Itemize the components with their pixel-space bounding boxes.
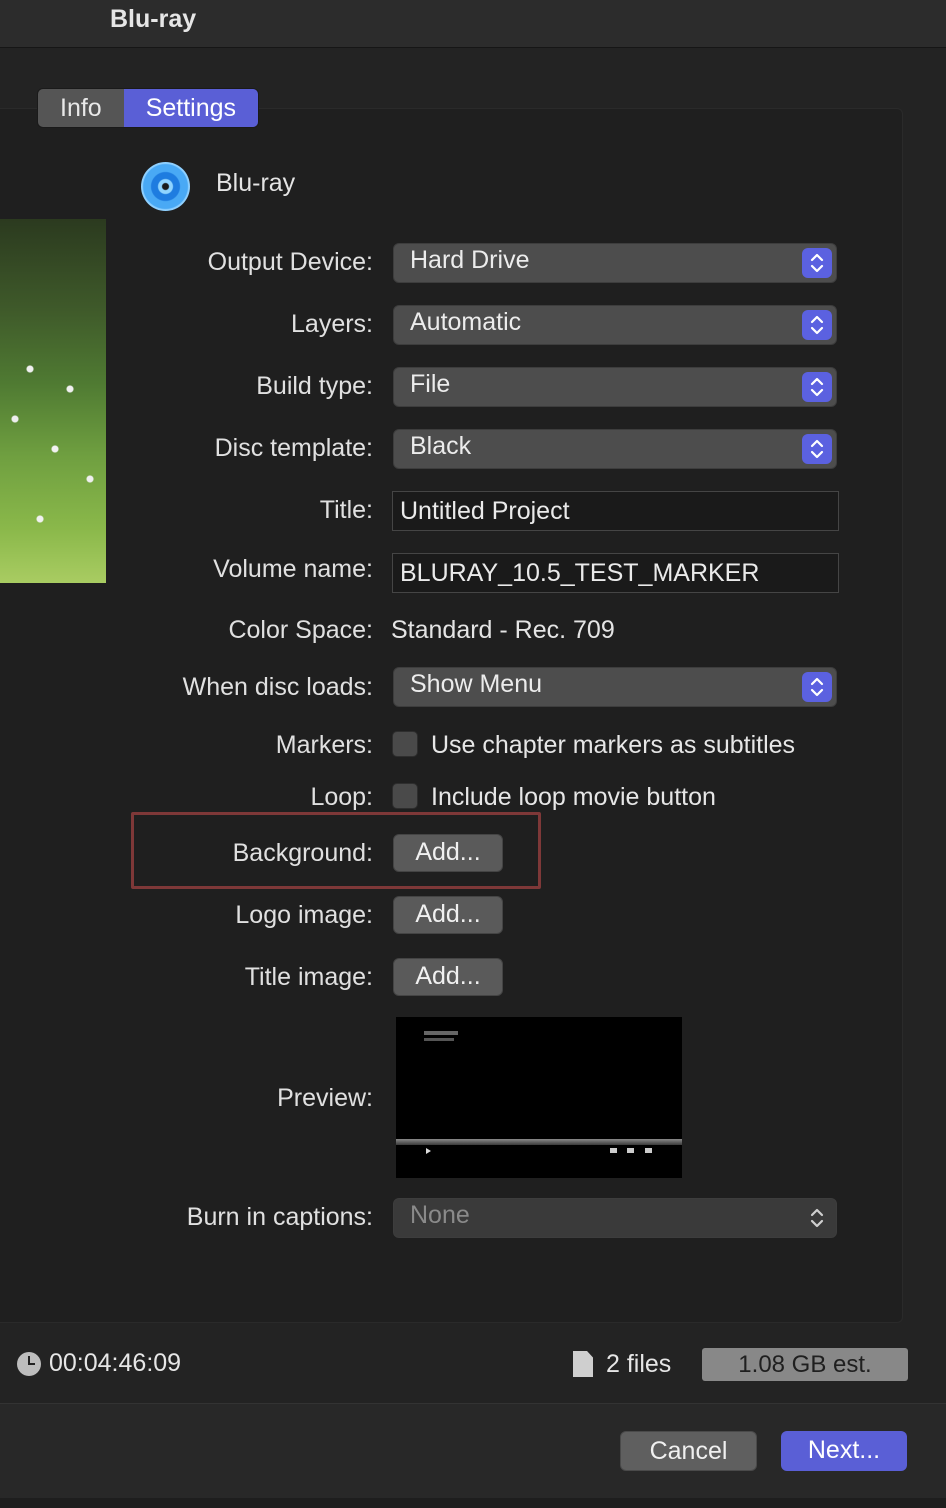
duration: 00:04:46:09 (49, 1349, 182, 1377)
title-field[interactable]: Untitled Project (392, 491, 839, 531)
background-add-button[interactable]: Add... (393, 834, 503, 872)
chevron-updown-icon (802, 434, 832, 464)
layers-value: Automatic (410, 308, 522, 336)
file-icon (573, 1351, 593, 1377)
markers-checkbox-label[interactable]: Use chapter markers as subtitles (431, 731, 795, 760)
color-space-value: Standard - Rec. 709 (391, 616, 615, 644)
tab-settings[interactable]: Settings (123, 89, 259, 127)
window-title: Blu-ray (110, 5, 197, 33)
build-type-value: File (410, 370, 451, 398)
disc-template-value: Black (410, 432, 472, 460)
loop-checkbox[interactable] (392, 783, 418, 809)
export-summary: 00:04:46:09 2 files 1.08 GB est. (0, 1340, 946, 1390)
burn-in-captions-value: None (410, 1201, 470, 1229)
markers-label: Markers: (275, 731, 373, 759)
output-device-label: Output Device: (207, 248, 373, 276)
clock-icon (17, 1352, 41, 1376)
markers-checkbox[interactable] (392, 731, 418, 757)
next-button[interactable]: Next... (781, 1431, 907, 1471)
preview-menu-icon (610, 1148, 617, 1153)
size-estimate-badge: 1.08 GB est. (702, 1348, 908, 1381)
loop-checkbox-label[interactable]: Include loop movie button (431, 783, 716, 812)
project-thumbnail (0, 219, 106, 583)
color-space-label: Color Space: (228, 616, 373, 644)
title-label: Title: (319, 496, 373, 524)
when-disc-loads-label: When disc loads: (182, 673, 373, 701)
loop-label: Loop: (310, 783, 373, 811)
output-device-popup[interactable]: Hard Drive (393, 243, 837, 283)
chevron-updown-icon (802, 1203, 832, 1233)
output-device-value: Hard Drive (410, 246, 530, 274)
preview-play-icon (426, 1148, 431, 1154)
disc-template-label: Disc template: (214, 434, 373, 462)
menu-preview-image (396, 1017, 682, 1178)
volume-name-value: BLURAY_10.5_TEST_MARKER (400, 559, 760, 587)
volume-name-label: Volume name: (213, 555, 373, 583)
chevron-updown-icon (802, 310, 832, 340)
volume-name-field[interactable]: BLURAY_10.5_TEST_MARKER (392, 553, 839, 593)
title-image-add-button[interactable]: Add... (393, 958, 503, 996)
chevron-updown-icon (802, 248, 832, 278)
cancel-button[interactable]: Cancel (620, 1431, 757, 1471)
tab-info[interactable]: Info (38, 89, 124, 127)
title-image-label: Title image: (244, 963, 373, 991)
window-titlebar: Blu-ray (0, 0, 946, 48)
layers-label: Layers: (291, 310, 373, 338)
preview-label: Preview: (277, 1084, 373, 1112)
preview-title-text (424, 1031, 458, 1035)
build-type-label: Build type: (256, 372, 373, 400)
background-label: Background: (232, 839, 373, 867)
tab-control: Info Settings (37, 88, 260, 128)
preview-menu-icon (627, 1148, 634, 1153)
files-count: 2 files (606, 1350, 672, 1378)
when-disc-loads-popup[interactable]: Show Menu (393, 667, 837, 707)
preview-menu-bar (396, 1139, 682, 1145)
layers-popup[interactable]: Automatic (393, 305, 837, 345)
build-type-popup[interactable]: File (393, 367, 837, 407)
preview-menu-icon (645, 1148, 652, 1153)
title-value: Untitled Project (400, 497, 570, 525)
preview-subtitle-text (424, 1038, 454, 1041)
when-disc-loads-value: Show Menu (410, 670, 543, 698)
logo-image-add-button[interactable]: Add... (393, 896, 503, 934)
disc-template-popup[interactable]: Black (393, 429, 837, 469)
burn-in-captions-label: Burn in captions: (186, 1203, 373, 1231)
chevron-updown-icon (802, 372, 832, 402)
logo-image-label: Logo image: (235, 901, 373, 929)
disc-icon (141, 162, 190, 211)
format-label: Blu-ray (216, 169, 296, 197)
chevron-updown-icon (802, 672, 832, 702)
burn-in-captions-popup: None (393, 1198, 837, 1238)
